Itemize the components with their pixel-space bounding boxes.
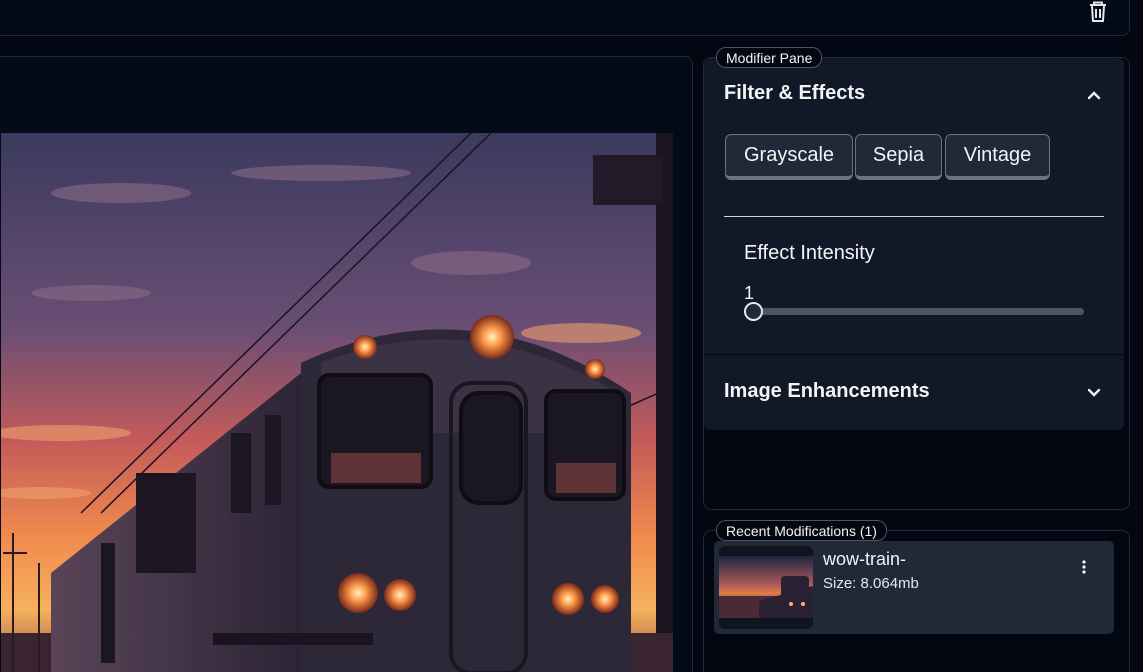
item-size: Size: 8.064mb [823,575,919,592]
filter-effects-title[interactable]: Filter & Effects [724,82,865,105]
app-root: Filter & Effects Grayscale Sepia Vintage… [0,0,1143,672]
vintage-button[interactable]: Vintage [945,134,1050,180]
list-item[interactable]: wow-train- Size: 8.064mb [714,541,1114,634]
sepia-button[interactable]: Sepia [855,134,942,180]
item-name: wow-train- [823,549,907,569]
chevron-up-icon[interactable] [1086,87,1102,103]
chevron-down-icon[interactable] [1086,384,1102,400]
canvas-pane [0,56,693,672]
recent-modifications-label: Recent Modifications (1) [716,520,887,541]
image-thumbnail [719,546,813,629]
modifier-pane-label: Modifier Pane [716,47,823,68]
section-divider [724,216,1104,217]
grayscale-button[interactable]: Grayscale [725,134,853,180]
image-enhancements-accordion: Image Enhancements [704,355,1124,430]
top-toolbar [0,0,1130,36]
image-enhancements-title[interactable]: Image Enhancements [724,380,930,403]
more-options-icon[interactable] [1079,559,1089,575]
effect-intensity-value: 1 [744,283,755,303]
filter-effects-accordion: Filter & Effects Grayscale Sepia Vintage… [704,58,1124,354]
edited-image [1,133,673,672]
trash-icon[interactable] [1088,1,1108,23]
effect-intensity-label: Effect Intensity [744,242,875,264]
slider-thumb[interactable] [744,302,763,321]
effect-intensity-slider[interactable] [744,308,1084,315]
